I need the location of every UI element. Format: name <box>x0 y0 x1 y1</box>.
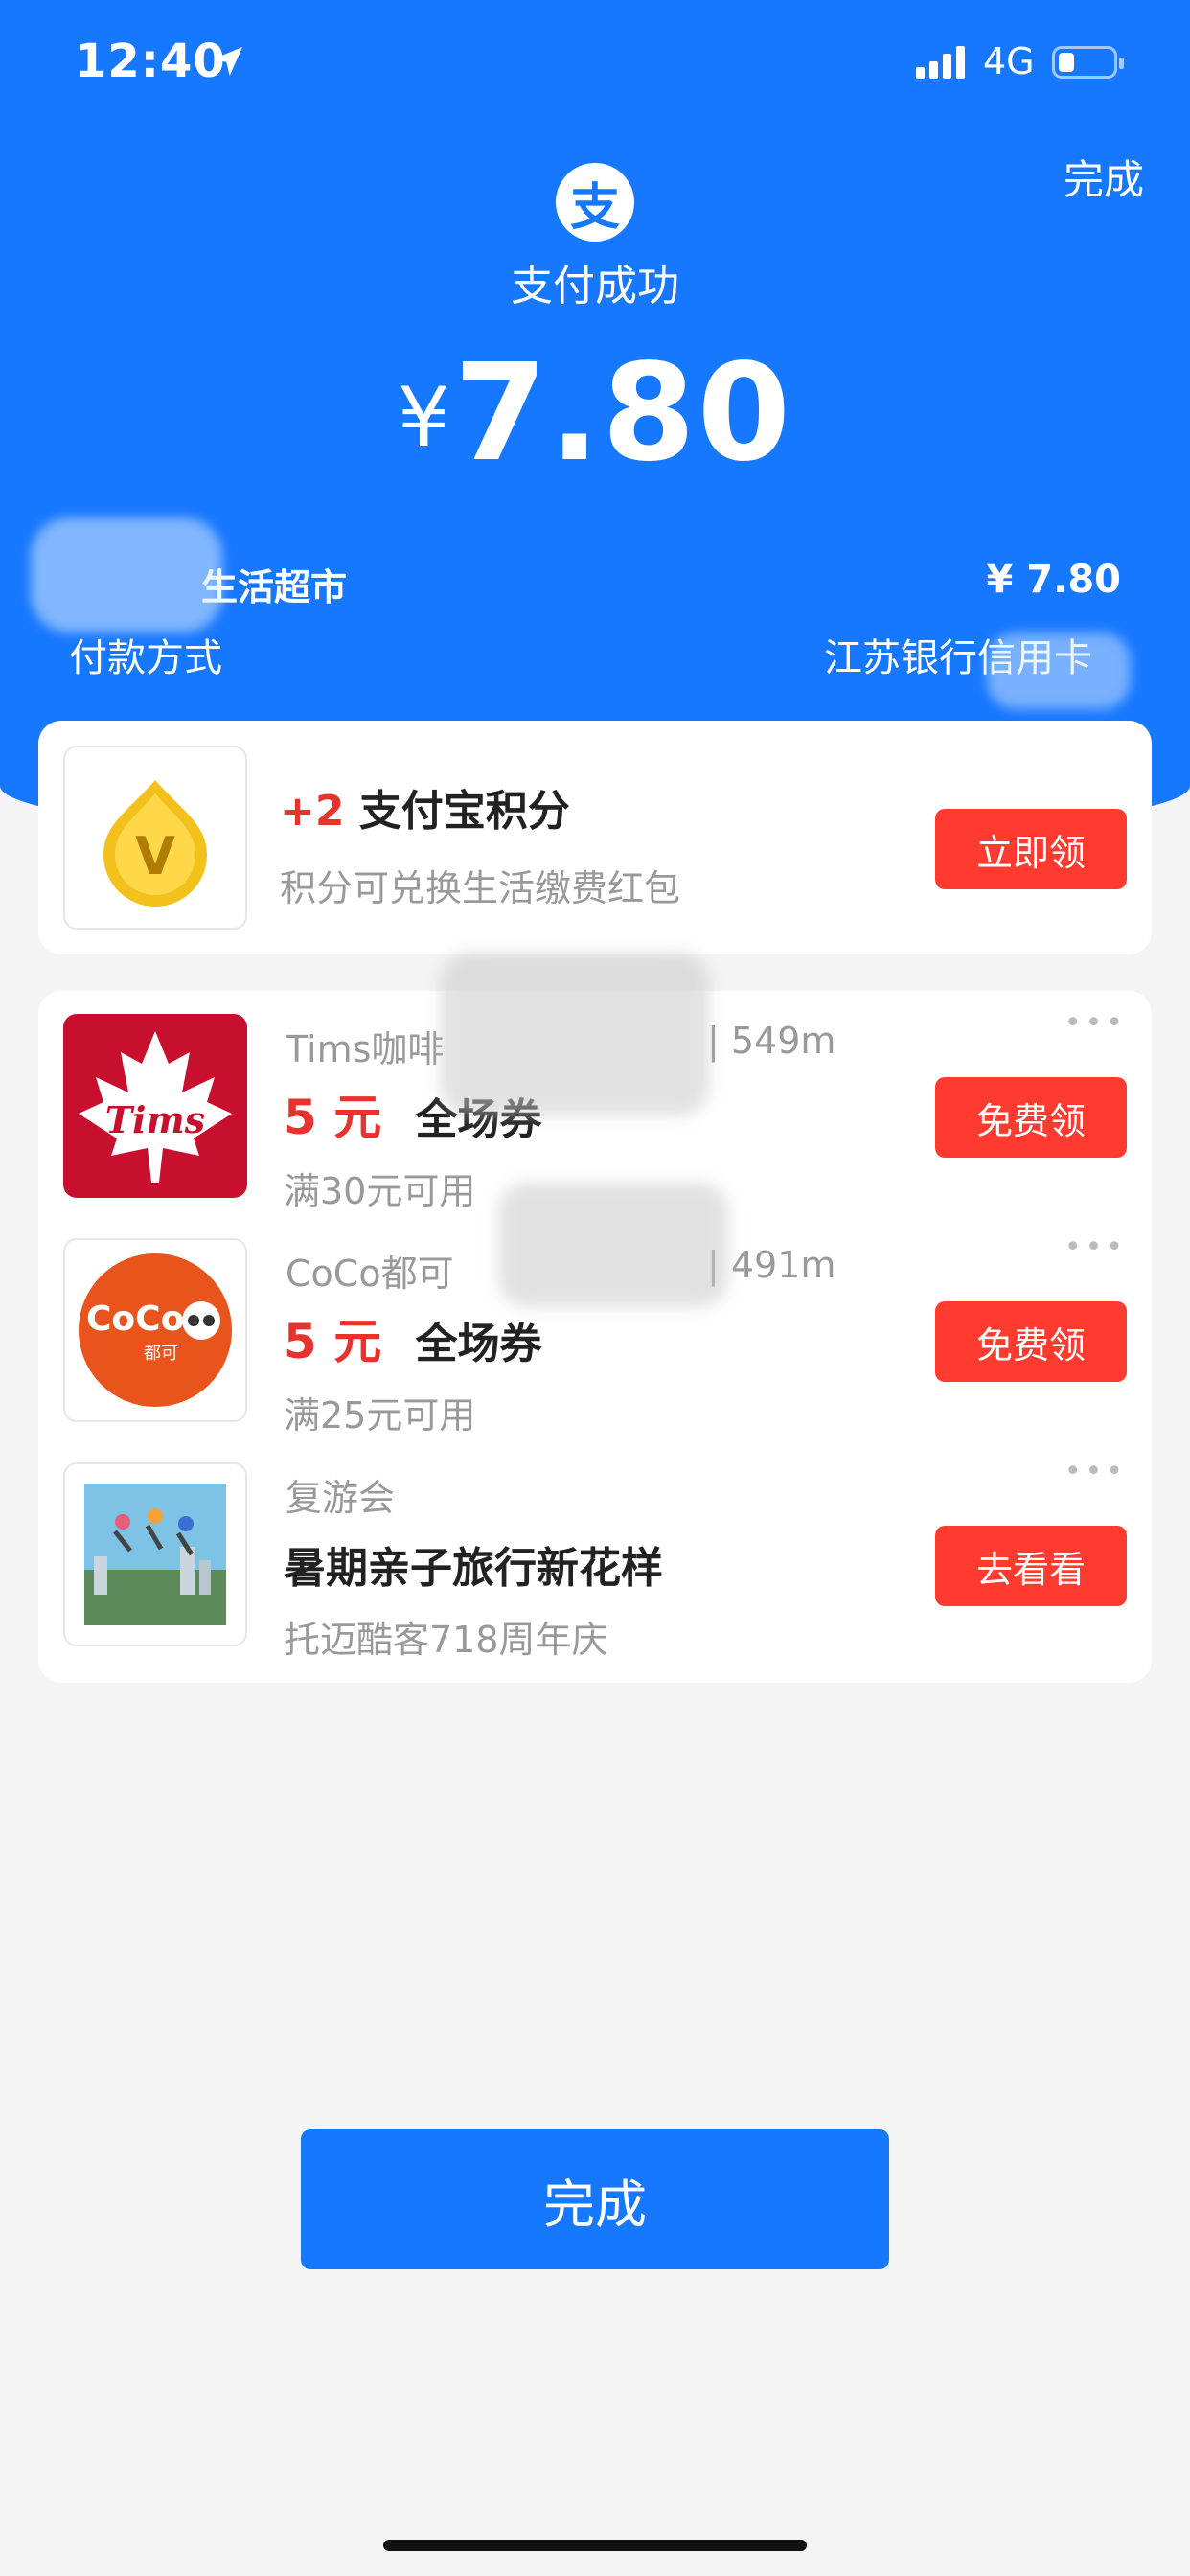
tims-logo-text: Tims <box>104 1098 206 1141</box>
points-title: +2 支付宝积分 <box>280 776 570 838</box>
alipay-logo-icon: 支 <box>556 163 634 242</box>
redaction-blur <box>31 518 222 632</box>
view-offer-button[interactable]: 去看看 <box>935 1526 1127 1606</box>
travel-image <box>84 1484 226 1625</box>
offer-condition: 满30元可用 <box>284 1170 476 1212</box>
coco-logo-text: CoCo <box>86 1300 185 1339</box>
more-options-icon[interactable]: ••• <box>1064 1230 1127 1264</box>
tims-logo-thumb: Tims <box>63 1014 247 1198</box>
coco-logo-sub: 都可 <box>144 1344 178 1364</box>
coco-logo-thumb: CoCo 都可 <box>63 1238 247 1422</box>
points-card: V +2 支付宝积分 积分可兑换生活缴费红包 立即领 <box>38 721 1152 954</box>
offer-condition: 满25元可用 <box>284 1394 476 1437</box>
more-options-icon[interactable]: ••• <box>1064 1455 1127 1488</box>
points-title-text: 支付宝积分 <box>358 787 570 836</box>
offer-store: CoCo都可 | 491m <box>286 1244 835 1297</box>
payment-method-label: 付款方式 <box>69 636 222 680</box>
offer-store-name: CoCo都可 <box>286 1253 454 1295</box>
offer-store: Tims咖啡 | 549m <box>286 1020 835 1072</box>
offer-store-name: Tims咖啡 <box>286 1028 445 1070</box>
offer-amount: 5 元 <box>284 1314 382 1369</box>
signal-icon <box>916 44 970 79</box>
payment-amount: ¥7.80 <box>0 335 1190 492</box>
offer-title-text: 暑期亲子旅行新花样 <box>284 1544 663 1593</box>
offer-distance: | 549m <box>707 1020 836 1062</box>
owl-eyes-icon <box>182 1301 220 1340</box>
offer-condition: 托迈酷客718周年庆 <box>284 1619 608 1661</box>
claim-points-button[interactable]: 立即领 <box>935 809 1127 889</box>
currency-symbol: ¥ <box>397 370 450 466</box>
merchant-amount: ¥ 7.80 <box>986 558 1121 602</box>
merchant-name: 生活超市 <box>201 566 348 609</box>
svg-text:V: V <box>135 826 175 886</box>
redaction-blur <box>987 632 1131 709</box>
travel-thumb <box>63 1462 247 1646</box>
more-options-icon[interactable]: ••• <box>1064 1006 1127 1040</box>
claim-offer-button[interactable]: 免费领 <box>935 1301 1127 1382</box>
offer-amount: 5 元 <box>284 1090 382 1145</box>
redaction-blur <box>498 1183 728 1307</box>
points-badge-thumb: V <box>63 746 247 930</box>
points-badge-icon: V <box>103 780 207 907</box>
points-subtitle: 积分可兑换生活缴费红包 <box>280 867 681 909</box>
location-arrow-icon <box>214 47 242 76</box>
status-bar: 12:40 4G <box>0 0 1190 134</box>
battery-icon <box>1052 46 1124 79</box>
done-button[interactable]: 完成 <box>301 2129 889 2269</box>
offers-card: Tims Tims咖啡 | 549m 5 元 全场券 满30元可用 ••• 免费… <box>38 953 1152 1683</box>
points-plus: +2 <box>280 787 345 836</box>
offer-title-text: 全场券 <box>415 1320 542 1368</box>
amount-value: 7.80 <box>453 335 793 492</box>
status-time: 12:40 <box>75 34 226 88</box>
home-indicator <box>383 2540 807 2551</box>
offer-store-name: 复游会 <box>286 1477 396 1519</box>
payment-success-title: 支付成功 <box>511 262 679 310</box>
network-type: 4G <box>983 40 1035 82</box>
redaction-blur <box>441 953 709 1116</box>
offer-title: 5 元 全场券 <box>284 1303 542 1372</box>
done-link[interactable]: 完成 <box>1064 148 1144 206</box>
claim-offer-button[interactable]: 免费领 <box>935 1077 1127 1158</box>
